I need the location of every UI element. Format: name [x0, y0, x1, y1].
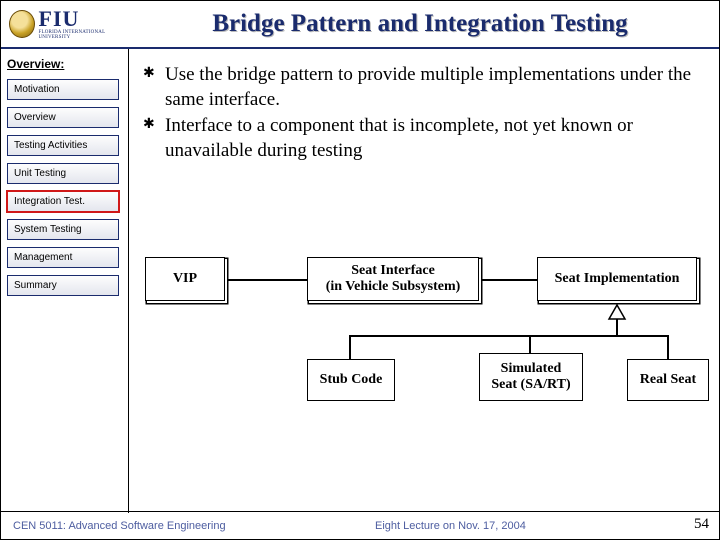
- box-vip: VIP: [145, 257, 225, 301]
- bullet-list: Use the bridge pattern to provide multip…: [141, 63, 701, 164]
- box-stub: Stub Code: [307, 359, 395, 401]
- nav-management[interactable]: Management: [7, 247, 119, 268]
- nav-system-testing[interactable]: System Testing: [7, 219, 119, 240]
- fiu-seal-icon: [9, 10, 35, 38]
- nav-testing-activities[interactable]: Testing Activities: [7, 135, 119, 156]
- connector: [228, 279, 307, 281]
- logo-sub: FLORIDA INTERNATIONAL UNIVERSITY: [39, 30, 130, 40]
- bullet-2: Interface to a component that is incompl…: [141, 114, 701, 163]
- footer-course: CEN 5011: Advanced Software Engineering: [13, 520, 345, 532]
- slide-header: FIU FLORIDA INTERNATIONAL UNIVERSITY Bri…: [1, 1, 719, 49]
- nav-overview[interactable]: Overview: [7, 107, 119, 128]
- slide-footer: CEN 5011: Advanced Software Engineering …: [1, 511, 719, 539]
- box-seat-interface: Seat Interface (in Vehicle Subsystem): [307, 257, 479, 301]
- slide-content: Use the bridge pattern to provide multip…: [129, 49, 719, 513]
- connector: [482, 279, 537, 281]
- sim-line1: Simulated: [501, 361, 562, 377]
- box-real-seat: Real Seat: [627, 359, 709, 401]
- bullet-1: Use the bridge pattern to provide multip…: [141, 63, 701, 112]
- sim-line2: Seat (SA/RT): [491, 377, 570, 393]
- slide-title: Bridge Pattern and Integration Testing: [129, 10, 711, 38]
- nav-motivation[interactable]: Motivation: [7, 79, 119, 100]
- page-number: 54: [694, 516, 709, 533]
- box-seat-impl: Seat Implementation: [537, 257, 697, 301]
- inheritance-triangle-icon: [609, 305, 625, 319]
- connector: [349, 335, 669, 337]
- seat-if-line1: Seat Interface: [351, 263, 435, 279]
- box-sim-seat: Simulated Seat (SA/RT): [479, 353, 583, 401]
- connector: [667, 335, 669, 359]
- fiu-logo: FIU FLORIDA INTERNATIONAL UNIVERSITY: [9, 8, 129, 40]
- connector: [616, 319, 618, 335]
- nav-unit-testing[interactable]: Unit Testing: [7, 163, 119, 184]
- nav-integration-test[interactable]: Integration Test.: [7, 191, 119, 212]
- nav-summary[interactable]: Summary: [7, 275, 119, 296]
- bridge-diagram: VIP Seat Interface (in Vehicle Subsystem…: [129, 257, 719, 477]
- footer-lecture: Eight Lecture on Nov. 17, 2004: [345, 520, 707, 532]
- connector: [349, 335, 351, 359]
- nav-sidebar: Overview: Motivation Overview Testing Ac…: [1, 49, 129, 513]
- seat-if-line2: (in Vehicle Subsystem): [326, 279, 461, 295]
- logo-main: FIU: [39, 8, 130, 30]
- sidebar-heading: Overview:: [7, 57, 122, 71]
